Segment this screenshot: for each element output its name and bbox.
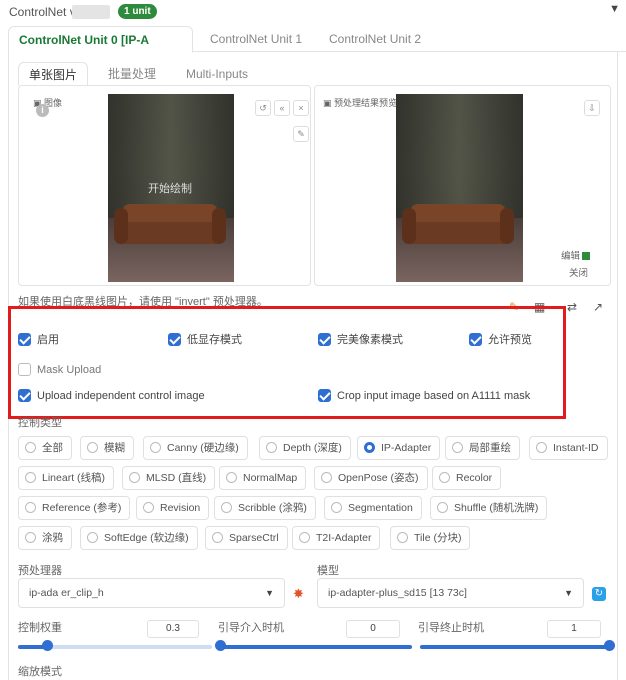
tab-unit-0[interactable]: ControlNet Unit 0 [IP-A xyxy=(8,26,193,74)
low-vram-checkbox[interactable]: 低显存模式 xyxy=(168,332,242,349)
chevron-down-icon: ▼ xyxy=(265,588,274,598)
pixel-perfect-checkbox[interactable]: 完美像素模式 xyxy=(318,332,403,349)
start-step-slider[interactable] xyxy=(220,645,412,649)
close-preview-button[interactable]: 关闭 xyxy=(569,265,589,279)
resize-mode-label: 缩放模式 xyxy=(18,666,62,678)
undo-icon[interactable]: ↺ xyxy=(255,100,271,116)
control-type-instant-id[interactable]: Instant-ID xyxy=(529,436,608,460)
end-step-input[interactable]: 1 xyxy=(547,620,601,638)
control-type-softedge[interactable]: SoftEdge (软边缘) xyxy=(80,526,198,550)
mask-upload-checkbox[interactable]: Mask Upload xyxy=(18,362,101,379)
tab-single-image[interactable]: 单张图片 xyxy=(18,62,89,86)
rewind-icon[interactable]: « xyxy=(274,100,290,116)
crop-input-checkbox[interactable]: Crop input image based on A1111 mask xyxy=(318,388,530,405)
chevron-down-icon: ▼ xyxy=(564,588,573,598)
tab-unit-1[interactable]: ControlNet Unit 1 xyxy=(200,26,312,53)
upload-independent-control-checkbox[interactable]: Upload independent control image xyxy=(18,388,205,405)
controlnet-header[interactable]: ControlNet v1 1 unit ▼ xyxy=(0,0,626,24)
end-step-knob[interactable] xyxy=(604,640,615,651)
tab-unit-2[interactable]: ControlNet Unit 2 xyxy=(319,26,431,53)
control-weight-input[interactable]: 0.3 xyxy=(147,620,199,638)
edit-button[interactable]: 编辑 xyxy=(561,248,591,262)
caret-down-icon[interactable]: ▼ xyxy=(609,3,620,15)
refresh-icon[interactable]: ↻ xyxy=(592,587,606,601)
preprocessor-dropdown[interactable]: ip-ada er_clip_h ▼ xyxy=(18,578,285,608)
model-label: 模型 xyxy=(317,565,339,577)
control-type-mlsd[interactable]: MLSD (直线) xyxy=(122,466,216,490)
control-weight-label: 控制权重 xyxy=(18,622,62,634)
close-icon[interactable]: × xyxy=(293,100,309,116)
control-type-ip-adapter[interactable]: IP-Adapter xyxy=(357,436,441,460)
start-step-label: 引导介入时机 xyxy=(218,622,284,634)
input-image: 开始绘制 xyxy=(108,94,234,282)
control-type-recolor[interactable]: Recolor xyxy=(432,466,502,490)
control-type-revision[interactable]: Revision xyxy=(136,496,210,520)
redacted-version xyxy=(72,5,110,19)
control-type-normalmap[interactable]: NormalMap xyxy=(219,466,307,490)
control-type-segmentation[interactable]: Segmentation xyxy=(324,496,422,520)
image-icon: ▣ xyxy=(323,98,335,108)
tab-multi-inputs[interactable]: Multi-Inputs xyxy=(176,62,258,86)
control-type-all[interactable]: 全部 xyxy=(18,436,72,460)
control-type-scribble[interactable]: Scribble (涂鸦) xyxy=(214,496,316,520)
info-icon[interactable]: i xyxy=(36,104,49,117)
control-type-label: 控制类型 xyxy=(18,417,62,429)
input-image-panel[interactable]: ▣ 图像 i 开始绘制 ↺ « × ✎ xyxy=(18,85,311,286)
control-type-shuffle[interactable]: Shuffle (随机洗牌) xyxy=(430,496,548,520)
control-type-openpose[interactable]: OpenPose (姿态) xyxy=(314,466,428,490)
control-type-reference[interactable]: Reference (参考) xyxy=(18,496,131,520)
control-type-blur[interactable]: 模糊 xyxy=(80,436,134,460)
control-type-lineart[interactable]: Lineart (线稿) xyxy=(18,466,115,490)
swap-icon[interactable]: ⇄ xyxy=(567,300,577,314)
start-step-input[interactable]: 0 xyxy=(346,620,400,638)
unit-tabs: ControlNet Unit 0 [IP-A ControlNet Unit … xyxy=(8,26,626,74)
tab-batch[interactable]: 批量处理 xyxy=(98,62,166,86)
send-icon[interactable]: ↗ xyxy=(593,300,603,314)
control-type-tile[interactable]: Tile (分块) xyxy=(390,526,471,550)
allow-preview-checkbox[interactable]: 允许预览 xyxy=(469,332,532,349)
control-type-sparsectrl[interactable]: SparseCtrl xyxy=(205,526,288,550)
preview-image xyxy=(396,94,523,282)
control-type-depth[interactable]: Depth (深度) xyxy=(259,436,351,460)
preview-label: ▣ 预处理结果预览 xyxy=(323,96,398,109)
control-type-inpaint[interactable]: 局部重绘 xyxy=(445,436,520,460)
control-type-t2i-adapter[interactable]: T2I-Adapter xyxy=(292,526,381,550)
brush-icon[interactable]: ✎ xyxy=(293,126,309,142)
start-drawing-overlay: 开始绘制 xyxy=(148,183,192,195)
enable-checkbox[interactable]: 启用 xyxy=(18,332,59,349)
control-type-doodle[interactable]: 涂鸦 xyxy=(18,526,72,550)
run-preprocessor-icon[interactable]: ✸ xyxy=(293,586,304,602)
unit-count-badge: 1 unit xyxy=(118,4,157,19)
download-icon[interactable]: ⇩ xyxy=(584,100,600,116)
control-type-canny[interactable]: Canny (硬边缘) xyxy=(143,436,248,460)
end-step-label: 引导终止时机 xyxy=(418,622,484,634)
preprocessor-label: 预处理器 xyxy=(18,565,62,577)
end-step-slider[interactable] xyxy=(420,645,609,649)
model-dropdown[interactable]: ip-adapter-plus_sd15 [13 73c] ▼ xyxy=(317,578,584,608)
preview-image-panel: ▣ 预处理结果预览 ⇩ 编辑 关闭 xyxy=(314,85,611,286)
start-step-knob[interactable] xyxy=(215,640,226,651)
